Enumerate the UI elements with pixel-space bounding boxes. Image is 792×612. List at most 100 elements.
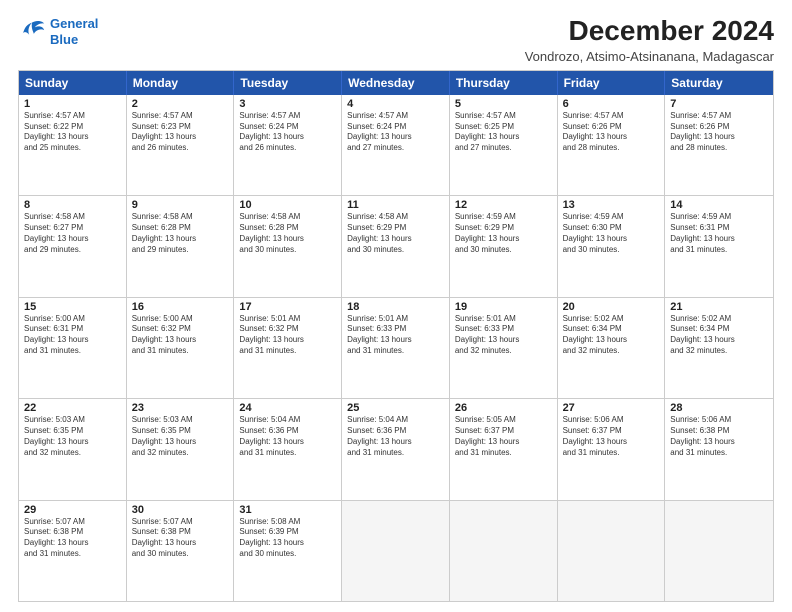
day-info: and 32 minutes. <box>563 346 660 357</box>
header-day-saturday: Saturday <box>665 71 773 95</box>
day-number: 21 <box>670 301 768 313</box>
day-info: Sunset: 6:34 PM <box>563 324 660 335</box>
day-info: Sunrise: 5:07 AM <box>132 517 229 528</box>
day-number: 7 <box>670 98 768 110</box>
day-info: Sunset: 6:31 PM <box>24 324 121 335</box>
day-number: 19 <box>455 301 552 313</box>
main-title: December 2024 <box>525 16 774 47</box>
day-info: and 31 minutes. <box>24 346 121 357</box>
day-info: Sunset: 6:38 PM <box>24 527 121 538</box>
day-cell-4: 4Sunrise: 4:57 AMSunset: 6:24 PMDaylight… <box>342 95 450 195</box>
day-info: and 30 minutes. <box>239 245 336 256</box>
day-info: Sunset: 6:39 PM <box>239 527 336 538</box>
day-number: 28 <box>670 402 768 414</box>
day-info: Daylight: 13 hours <box>670 132 768 143</box>
calendar-week-1: 1Sunrise: 4:57 AMSunset: 6:22 PMDaylight… <box>19 95 773 195</box>
day-cell-16: 16Sunrise: 5:00 AMSunset: 6:32 PMDayligh… <box>127 298 235 398</box>
day-info: Sunset: 6:28 PM <box>239 223 336 234</box>
day-info: Sunset: 6:26 PM <box>670 122 768 133</box>
day-cell-14: 14Sunrise: 4:59 AMSunset: 6:31 PMDayligh… <box>665 196 773 296</box>
day-number: 6 <box>563 98 660 110</box>
day-number: 5 <box>455 98 552 110</box>
day-info: Daylight: 13 hours <box>670 437 768 448</box>
day-cell-26: 26Sunrise: 5:05 AMSunset: 6:37 PMDayligh… <box>450 399 558 499</box>
day-info: and 30 minutes. <box>239 549 336 560</box>
logo: General Blue <box>18 16 98 47</box>
day-info: Sunset: 6:34 PM <box>670 324 768 335</box>
empty-cell <box>665 501 773 601</box>
day-cell-2: 2Sunrise: 4:57 AMSunset: 6:23 PMDaylight… <box>127 95 235 195</box>
day-cell-30: 30Sunrise: 5:07 AMSunset: 6:38 PMDayligh… <box>127 501 235 601</box>
day-cell-1: 1Sunrise: 4:57 AMSunset: 6:22 PMDaylight… <box>19 95 127 195</box>
day-info: Daylight: 13 hours <box>132 132 229 143</box>
day-cell-29: 29Sunrise: 5:07 AMSunset: 6:38 PMDayligh… <box>19 501 127 601</box>
day-info: Daylight: 13 hours <box>347 132 444 143</box>
empty-cell <box>342 501 450 601</box>
day-info: Sunrise: 5:03 AM <box>132 415 229 426</box>
day-info: Daylight: 13 hours <box>239 437 336 448</box>
day-info: Sunset: 6:35 PM <box>132 426 229 437</box>
day-info: Sunrise: 4:58 AM <box>239 212 336 223</box>
day-info: and 28 minutes. <box>670 143 768 154</box>
day-info: Sunset: 6:24 PM <box>347 122 444 133</box>
calendar-header: SundayMondayTuesdayWednesdayThursdayFrid… <box>19 71 773 95</box>
logo-line1: General <box>50 16 98 31</box>
day-number: 9 <box>132 199 229 211</box>
day-info: Daylight: 13 hours <box>347 234 444 245</box>
header-day-thursday: Thursday <box>450 71 558 95</box>
day-number: 29 <box>24 504 121 516</box>
day-cell-3: 3Sunrise: 4:57 AMSunset: 6:24 PMDaylight… <box>234 95 342 195</box>
calendar-week-2: 8Sunrise: 4:58 AMSunset: 6:27 PMDaylight… <box>19 195 773 296</box>
day-cell-27: 27Sunrise: 5:06 AMSunset: 6:37 PMDayligh… <box>558 399 666 499</box>
day-info: and 31 minutes. <box>239 448 336 459</box>
day-cell-12: 12Sunrise: 4:59 AMSunset: 6:29 PMDayligh… <box>450 196 558 296</box>
day-cell-24: 24Sunrise: 5:04 AMSunset: 6:36 PMDayligh… <box>234 399 342 499</box>
day-info: Sunset: 6:37 PM <box>563 426 660 437</box>
day-info: and 29 minutes. <box>132 245 229 256</box>
day-number: 1 <box>24 98 121 110</box>
day-info: and 27 minutes. <box>347 143 444 154</box>
day-number: 17 <box>239 301 336 313</box>
day-number: 31 <box>239 504 336 516</box>
header-day-wednesday: Wednesday <box>342 71 450 95</box>
day-info: Sunrise: 5:05 AM <box>455 415 552 426</box>
day-info: Daylight: 13 hours <box>670 335 768 346</box>
day-info: Sunrise: 4:59 AM <box>670 212 768 223</box>
day-info: Sunrise: 4:57 AM <box>132 111 229 122</box>
day-info: and 27 minutes. <box>455 143 552 154</box>
day-info: and 29 minutes. <box>24 245 121 256</box>
day-info: Daylight: 13 hours <box>132 437 229 448</box>
day-info: and 31 minutes. <box>347 346 444 357</box>
day-info: Sunrise: 5:04 AM <box>239 415 336 426</box>
day-info: Sunrise: 5:01 AM <box>239 314 336 325</box>
day-info: Sunset: 6:36 PM <box>239 426 336 437</box>
day-cell-25: 25Sunrise: 5:04 AMSunset: 6:36 PMDayligh… <box>342 399 450 499</box>
day-info: Sunrise: 4:59 AM <box>563 212 660 223</box>
day-info: Sunset: 6:25 PM <box>455 122 552 133</box>
day-cell-9: 9Sunrise: 4:58 AMSunset: 6:28 PMDaylight… <box>127 196 235 296</box>
day-info: Daylight: 13 hours <box>239 234 336 245</box>
day-info: Sunrise: 5:04 AM <box>347 415 444 426</box>
day-info: Daylight: 13 hours <box>24 234 121 245</box>
day-info: and 28 minutes. <box>563 143 660 154</box>
day-info: Sunrise: 5:00 AM <box>132 314 229 325</box>
day-number: 25 <box>347 402 444 414</box>
day-info: and 32 minutes. <box>455 346 552 357</box>
day-info: Daylight: 13 hours <box>670 234 768 245</box>
day-cell-22: 22Sunrise: 5:03 AMSunset: 6:35 PMDayligh… <box>19 399 127 499</box>
day-cell-5: 5Sunrise: 4:57 AMSunset: 6:25 PMDaylight… <box>450 95 558 195</box>
day-info: Daylight: 13 hours <box>563 335 660 346</box>
day-info: Daylight: 13 hours <box>563 234 660 245</box>
day-info: Daylight: 13 hours <box>24 538 121 549</box>
header-day-tuesday: Tuesday <box>234 71 342 95</box>
day-info: Daylight: 13 hours <box>24 437 121 448</box>
day-info: Sunset: 6:38 PM <box>132 527 229 538</box>
day-info: Daylight: 13 hours <box>563 437 660 448</box>
day-info: Sunrise: 5:06 AM <box>563 415 660 426</box>
day-info: Daylight: 13 hours <box>455 234 552 245</box>
day-number: 8 <box>24 199 121 211</box>
day-info: Sunset: 6:23 PM <box>132 122 229 133</box>
day-info: Sunrise: 5:02 AM <box>563 314 660 325</box>
day-info: Daylight: 13 hours <box>239 538 336 549</box>
day-info: and 31 minutes. <box>563 448 660 459</box>
